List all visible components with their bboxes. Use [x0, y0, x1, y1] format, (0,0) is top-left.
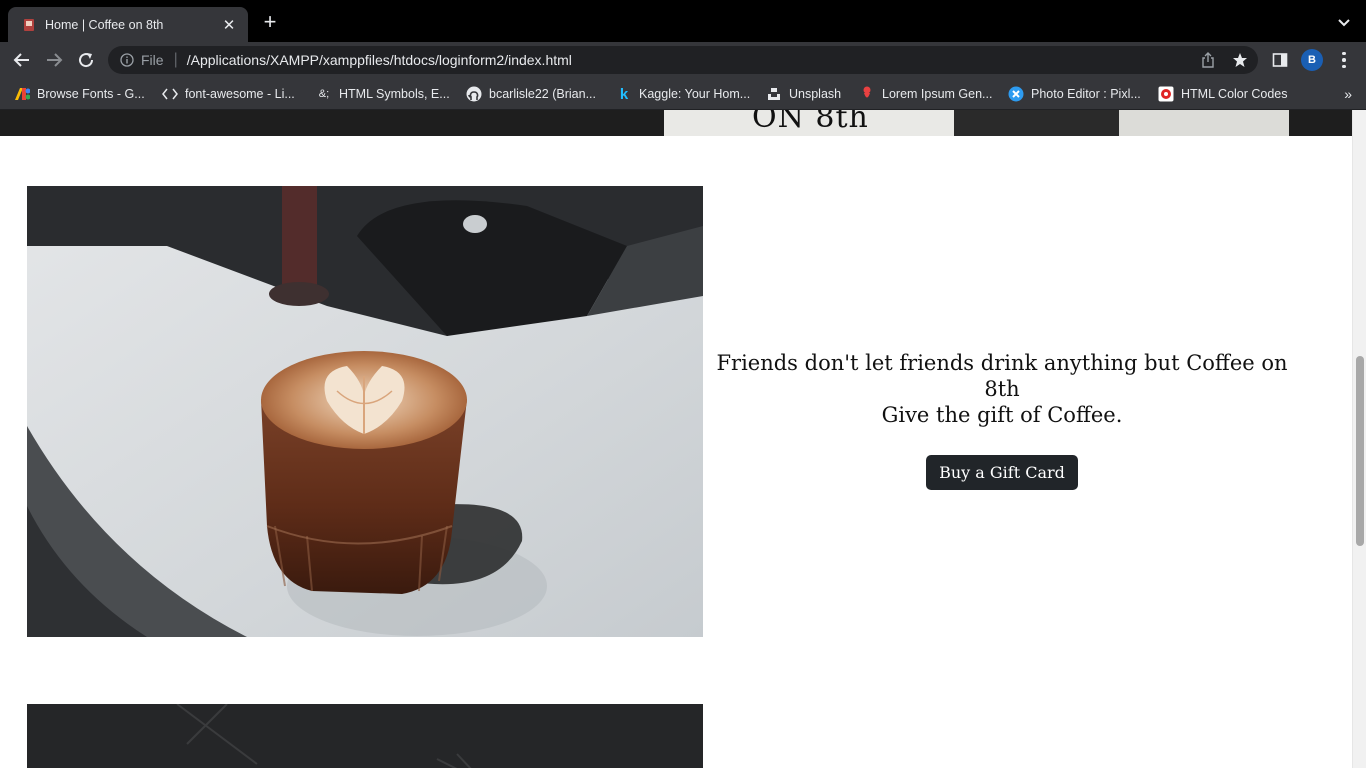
kaggle-icon: k: [619, 85, 629, 103]
bookmark-label: HTML Color Codes: [1181, 87, 1288, 101]
code-icon: [162, 86, 178, 102]
bookmark-label: Photo Editor : Pixl...: [1031, 87, 1141, 101]
bookmark-label: Lorem Ipsum Gen...: [882, 87, 993, 101]
bookmark-label: Browse Fonts - G...: [37, 87, 145, 101]
info-icon[interactable]: [120, 53, 134, 67]
dark-photo: [27, 704, 703, 768]
promo-subline: Give the gift of Coffee.: [881, 403, 1123, 427]
bookmark-item[interactable]: Photo Editor : Pixl...: [1008, 85, 1141, 103]
tab-strip: Home | Coffee on 8th ✕ +: [0, 0, 1366, 42]
bookmarks-bar: Browse Fonts - G... font-awesome - Li...…: [0, 78, 1366, 110]
hero-image: ON 8th: [0, 110, 1352, 136]
bookmark-item[interactable]: Lorem Ipsum Gen...: [859, 85, 992, 103]
promo-headline: Friends don't let friends drink anything…: [716, 351, 1288, 401]
bookmark-star-icon[interactable]: [1232, 52, 1248, 68]
github-icon: [466, 86, 482, 102]
omnibox-divider: |: [173, 51, 178, 68]
profile-avatar[interactable]: B: [1301, 49, 1323, 71]
buy-gift-card-button[interactable]: Buy a Gift Card: [926, 455, 1078, 490]
reload-icon[interactable]: [76, 50, 96, 70]
tab-title: Home | Coffee on 8th: [45, 17, 164, 32]
hero-wall: [1119, 110, 1289, 136]
share-icon[interactable]: [1200, 52, 1216, 68]
lorem-ipsum-icon: [859, 86, 875, 102]
bookmark-item[interactable]: &; HTML Symbols, E...: [316, 85, 450, 103]
url-text[interactable]: /Applications/XAMPP/xamppfiles/htdocs/lo…: [187, 52, 572, 68]
bookmark-label: Kaggle: Your Hom...: [639, 87, 751, 101]
side-panel-icon[interactable]: [1270, 50, 1290, 70]
coffee-favicon-icon: [22, 18, 36, 32]
chevron-down-icon[interactable]: [1336, 14, 1352, 30]
google-fonts-icon: [14, 86, 30, 102]
bookmark-label: font-awesome - Li...: [185, 87, 295, 101]
kebab-menu-icon[interactable]: [1336, 50, 1352, 70]
scheme-label: File: [141, 52, 164, 68]
bookmark-label: Unsplash: [789, 87, 842, 101]
close-tab-icon[interactable]: ✕: [220, 16, 238, 34]
bookmark-label: bcarlisle22 (Brian...: [489, 87, 596, 101]
gift-card-promo: Friends don't let friends drink anything…: [712, 350, 1292, 490]
bookmark-item[interactable]: HTML Color Codes: [1158, 85, 1288, 103]
page-viewport: ON 8th Friends don't let friends drink a…: [0, 110, 1366, 768]
bookmark-item[interactable]: bcarlisle22 (Brian...: [466, 85, 596, 103]
hero-sign-text: ON 8th: [752, 110, 869, 135]
hero-shadow: [954, 110, 1119, 136]
bookmark-item[interactable]: Browse Fonts - G...: [14, 85, 145, 103]
browser-toolbar: File | /Applications/XAMPP/xamppfiles/ht…: [0, 42, 1366, 78]
bookmark-item[interactable]: font-awesome - Li...: [162, 85, 295, 103]
browser-tab[interactable]: Home | Coffee on 8th ✕: [8, 7, 248, 42]
page-scrollbar[interactable]: [1352, 110, 1366, 768]
back-arrow-icon[interactable]: [12, 50, 32, 70]
pixlr-icon: [1008, 86, 1024, 102]
bookmark-item[interactable]: Unsplash: [766, 85, 841, 103]
ampersand-icon: &;: [318, 88, 330, 100]
scrollbar-thumb[interactable]: [1356, 356, 1364, 546]
bookmarks-overflow-icon[interactable]: »: [1344, 86, 1352, 102]
color-codes-icon: [1158, 86, 1174, 102]
bookmark-item[interactable]: k Kaggle: Your Hom...: [616, 85, 750, 103]
unsplash-icon: [766, 86, 782, 102]
bookmark-label: HTML Symbols, E...: [339, 87, 450, 101]
latte-photo: [27, 186, 703, 637]
forward-arrow-icon[interactable]: [44, 50, 64, 70]
new-tab-icon[interactable]: +: [259, 11, 281, 34]
address-bar[interactable]: File | /Applications/XAMPP/xamppfiles/ht…: [108, 46, 1258, 74]
